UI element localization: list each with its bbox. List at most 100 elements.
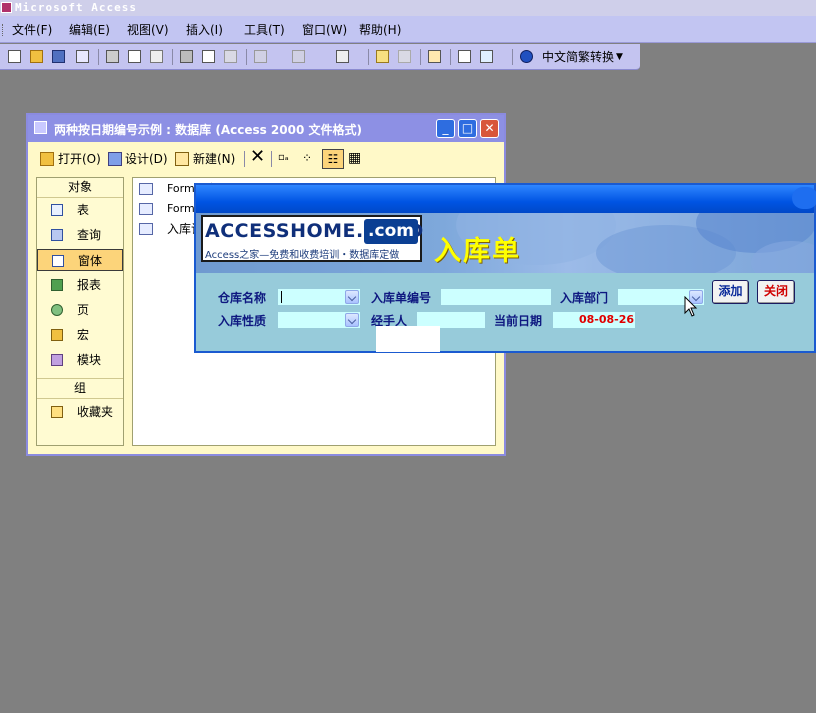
receipt-nature-label: 入库性质 [218,314,267,328]
menu-view[interactable]: 视图(V) [127,23,169,37]
object-forms[interactable]: 窗体 [37,249,123,271]
menu-insert[interactable]: 插入(I) [186,23,223,37]
form-header: ACCESSHOME.5D6D .com Access之家—免费和收费培训・数据… [196,213,814,273]
object-pages[interactable]: 页 [37,299,123,321]
toolbar-separator [98,49,99,65]
objects-header: 对象 [37,178,123,198]
module-icon [51,354,63,366]
form-body: 仓库名称 入库单编号 入库部门 入库性质 经手人 当前日期 08-08-26 添… [196,273,814,351]
help-icon[interactable] [520,50,533,63]
delete-icon[interactable]: ✕ [250,148,265,166]
print-preview-icon[interactable] [128,50,141,63]
details-view-icon[interactable]: ▦ [348,150,361,166]
object-modules[interactable]: 模块 [37,349,123,371]
receipt-number-label: 入库单编号 [371,291,432,305]
receipt-nature-combo[interactable] [278,312,360,328]
access-app-icon[interactable] [1,2,12,13]
close-window-button[interactable]: ✕ [480,119,499,138]
objects-panel: 对象 表 查询 窗体 报表 页 宏 模块 组 收藏夹 [36,177,124,446]
report-icon [51,279,63,291]
code-icon[interactable] [376,50,389,63]
minimize-button[interactable]: _ [436,119,455,138]
query-icon [51,229,63,241]
add-button[interactable]: 添加 [712,280,749,304]
app-title: Microsoft Access [15,1,137,14]
maximize-button[interactable]: □ [458,119,477,138]
chevron-down-icon[interactable]: ▼ [616,50,623,64]
toolbar-separator [512,49,513,65]
object-tables[interactable]: 表 [37,199,123,221]
database-icon [34,121,47,134]
new-button[interactable]: 新建(N) [193,152,235,166]
relationships-icon[interactable] [458,50,471,63]
page-icon [51,304,63,316]
menu-bar: 文件(F) 编辑(E) 视图(V) 插入(I) 工具(T) 窗口(W) 帮助(H… [0,16,816,43]
script-icon[interactable] [398,50,411,63]
cut-icon[interactable] [180,50,193,63]
toolbar-separator [271,151,272,167]
large-icons-icon[interactable]: ▫ₐ [278,152,289,163]
current-date-field: 08-08-26 [553,312,635,328]
menu-file[interactable]: 文件(F) [12,23,52,37]
app-title-bar: Microsoft Access [0,0,816,16]
mouse-cursor-icon [684,296,698,317]
menu-edit[interactable]: 编辑(E) [69,23,110,37]
file-search-icon[interactable] [76,50,89,63]
new-object-icon[interactable] [480,50,493,63]
paste-icon[interactable] [224,50,237,63]
form-title: 入库单 [434,236,521,267]
object-reports[interactable]: 报表 [37,274,123,296]
copy-icon[interactable] [202,50,215,63]
new-icon [175,152,189,166]
menu-tools[interactable]: 工具(T) [244,23,285,37]
groups-header: 组 [37,378,123,399]
list-view-icon[interactable]: ☷ [322,149,344,169]
database-window-title-bar[interactable]: 两种按日期编号示例 : 数据库 (Access 2000 文件格式) _ □ ✕ [28,115,504,142]
warehouse-name-combo[interactable] [278,289,360,305]
menu-help[interactable]: 帮助(H) [359,23,401,37]
open-folder-icon[interactable] [30,50,43,63]
new-file-icon[interactable] [8,50,21,63]
form-icon [139,223,153,235]
toolbar-separator [450,49,451,65]
logo-subtitle: Access之家—免费和收费培训・数据库定做 [205,250,400,261]
group-favorites[interactable]: 收藏夹 [37,401,123,423]
toolbar-separator [368,49,369,65]
object-macros[interactable]: 宏 [37,324,123,346]
analyze-icon[interactable] [336,50,349,63]
save-icon[interactable] [52,50,65,63]
spelling-icon[interactable] [150,50,163,63]
open-button[interactable]: 打开(O) [58,152,101,166]
object-queries[interactable]: 查询 [37,224,123,246]
form-title-bar[interactable] [196,185,816,213]
print-icon[interactable] [106,50,119,63]
chevron-down-icon[interactable] [345,313,359,327]
form-icon [52,255,64,267]
table-icon [51,204,63,216]
design-icon [108,152,122,166]
department-label: 入库部门 [560,291,609,305]
chinese-convert-button[interactable]: 中文简繁转换 [542,50,614,64]
title-bar-cap [792,187,816,209]
current-date-label: 当前日期 [494,314,543,328]
properties-icon[interactable] [428,50,441,63]
toolbar-separator [172,49,173,65]
macro-icon [51,329,63,341]
receipt-number-input[interactable] [441,289,551,305]
receipt-form-window: ACCESSHOME.5D6D .com Access之家—免费和收费培训・数据… [194,183,816,353]
menu-grip[interactable] [2,24,6,36]
design-button[interactable]: 设计(D) [125,152,168,166]
toolbar-separator [244,151,245,167]
form-icon [139,183,153,195]
favorites-folder-icon [51,406,63,418]
menu-window[interactable]: 窗口(W) [302,23,347,37]
toolbar-separator [246,49,247,65]
office-links-icon[interactable] [292,50,305,63]
small-icons-icon[interactable]: ⁘ [302,151,312,165]
logo-com: .com [364,219,418,244]
open-icon [40,152,54,166]
close-button[interactable]: 关闭 [757,280,795,304]
chevron-down-icon[interactable] [345,290,359,304]
main-toolbar: 中文简繁转换 ▼ [0,44,640,70]
undo-icon[interactable] [254,50,267,63]
